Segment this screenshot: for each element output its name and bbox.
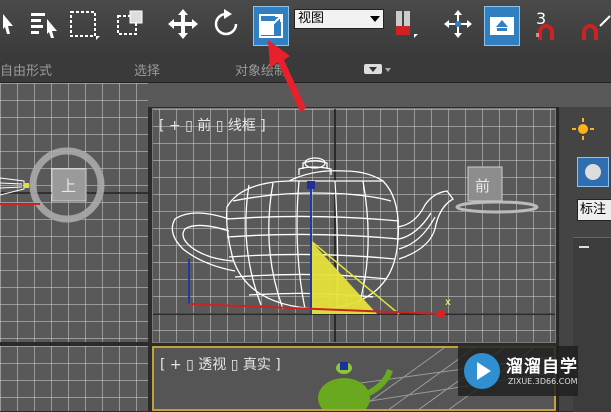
- viewport-front-label[interactable]: [ + ▯ 前 ▯ 线框 ]: [159, 115, 266, 135]
- ribbon-tab-selection[interactable]: 选择: [134, 60, 160, 79]
- chevron-down-icon: [370, 16, 380, 22]
- pivot-point[interactable]: [437, 310, 445, 318]
- select-by-name-button[interactable]: [26, 4, 62, 44]
- main-toolbar: 视图 3: [0, 0, 611, 57]
- move-icon[interactable]: [165, 4, 201, 44]
- keyboard-shortcut-override-button[interactable]: [484, 6, 520, 46]
- watermark-subtitle: ZIXUE.3D66.COM: [508, 377, 578, 386]
- rotate-icon[interactable]: [208, 4, 244, 44]
- watermark-title: 溜溜自学: [506, 357, 578, 377]
- ribbon-tab-freeform[interactable]: 自由形式: [0, 60, 52, 79]
- reference-coord-dropdown[interactable]: 视图: [294, 9, 384, 29]
- viewport-left[interactable]: [0, 346, 148, 411]
- sphere-object-button[interactable]: [577, 157, 609, 187]
- rect-select-region-button[interactable]: [66, 4, 102, 44]
- ribbon-toggle-icon[interactable]: [364, 62, 392, 76]
- annotation-field[interactable]: 标注: [577, 199, 611, 221]
- command-panel-rollout: [573, 237, 611, 412]
- viewport-front[interactable]: x 前 [ + ▯ 前 ▯ 线框 ]: [152, 108, 556, 343]
- scale-button[interactable]: [253, 6, 289, 46]
- collapse-icon[interactable]: [579, 246, 589, 248]
- sun-icon[interactable]: [571, 117, 595, 141]
- window-crossing-button[interactable]: [112, 4, 148, 44]
- viewcube-top-label: 上: [61, 177, 76, 195]
- snap-toggle-button[interactable]: 3: [532, 4, 572, 44]
- select-and-manipulate-icon[interactable]: [440, 4, 476, 44]
- viewcube-front-label: 前: [475, 177, 490, 195]
- play-logo-icon: [464, 353, 500, 389]
- angle-snap-icon[interactable]: [576, 4, 611, 44]
- viewport-perspective-label[interactable]: [ + ▯ 透视 ▯ 真实 ]: [160, 354, 281, 374]
- select-cursor-icon[interactable]: [0, 4, 16, 44]
- pivot-center-button[interactable]: [389, 4, 425, 44]
- watermark: 溜溜自学 ZIXUE.3D66.COM: [458, 346, 578, 396]
- ribbon-bar: 自由形式 选择 对象绘制: [0, 56, 611, 83]
- ribbon-tab-object-paint[interactable]: 对象绘制: [235, 60, 287, 79]
- viewport-top[interactable]: 上: [0, 83, 148, 342]
- x-axis-label: x: [445, 297, 451, 308]
- reference-coord-value: 视图: [298, 11, 325, 26]
